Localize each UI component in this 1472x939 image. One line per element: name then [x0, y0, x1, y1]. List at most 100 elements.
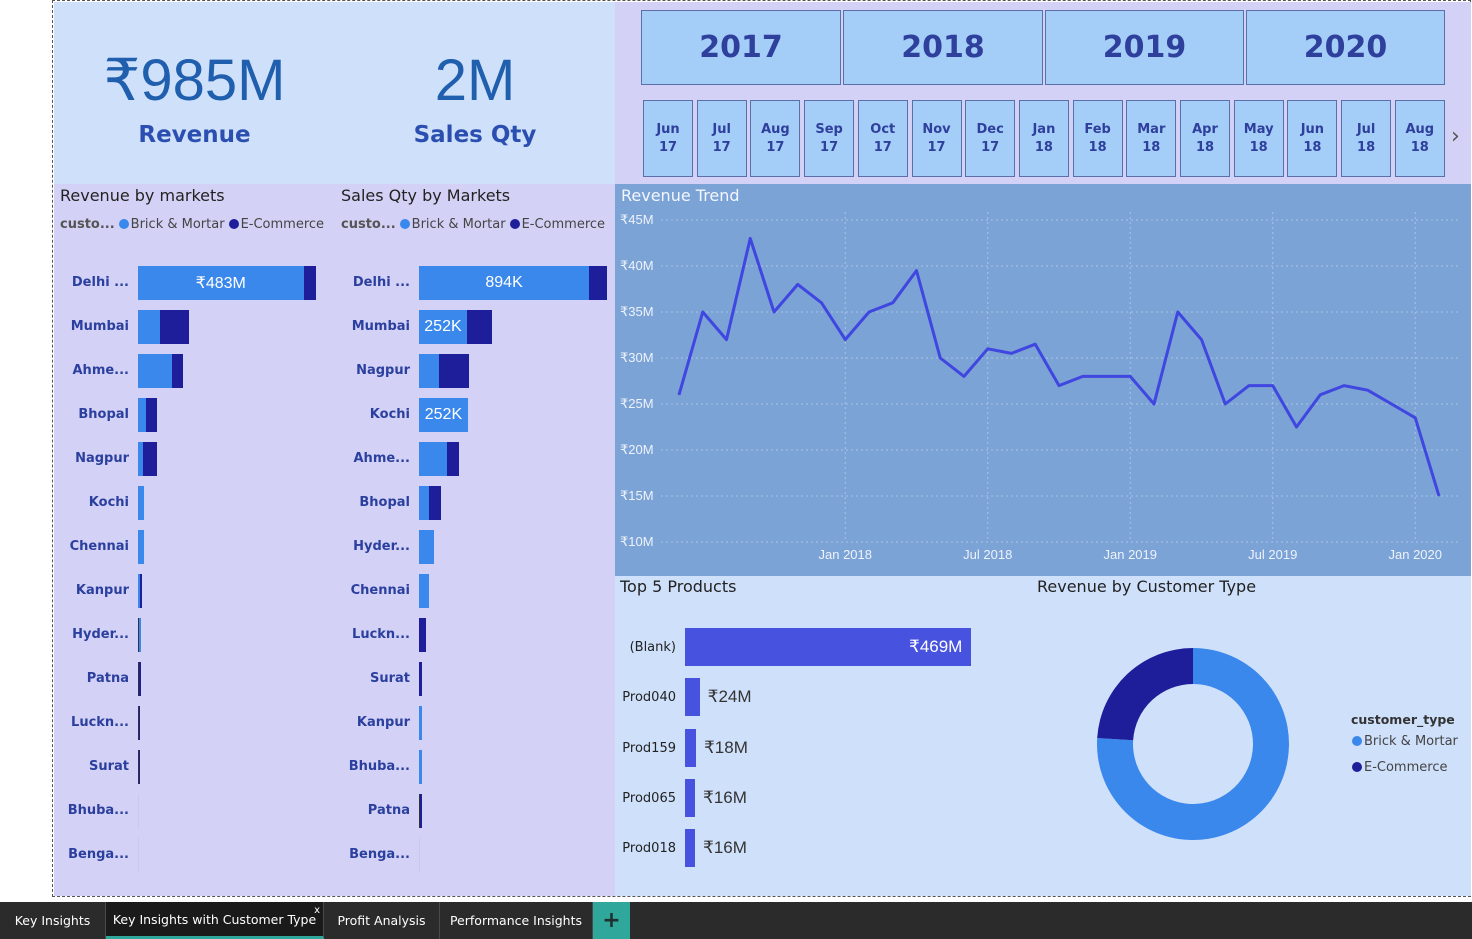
market-bar[interactable] — [138, 442, 158, 476]
data-point[interactable] — [1296, 426, 1297, 428]
data-point[interactable] — [844, 339, 846, 341]
market-bar[interactable] — [419, 618, 427, 652]
month-slicer-item[interactable]: Aug 17 — [750, 100, 801, 177]
data-point[interactable] — [1248, 385, 1250, 387]
data-point[interactable] — [1082, 375, 1084, 377]
data-point[interactable] — [1058, 385, 1060, 387]
month-slicer-item[interactable]: Dec 17 — [965, 100, 1016, 177]
sales-qty-card[interactable]: 2M Sales Qty — [335, 2, 615, 184]
data-point[interactable] — [1106, 375, 1107, 377]
tab-profit-analysis[interactable]: Profit Analysis — [324, 902, 440, 939]
market-bar[interactable] — [419, 794, 422, 828]
market-bar[interactable] — [138, 706, 141, 740]
month-slicer-item[interactable]: Mar 18 — [1126, 100, 1177, 177]
market-bar[interactable] — [138, 398, 158, 432]
data-point[interactable] — [1034, 343, 1036, 345]
ecommerce-slice[interactable] — [1097, 648, 1193, 741]
month-slicer-item[interactable]: Oct 17 — [857, 100, 908, 177]
market-bar[interactable] — [419, 530, 435, 564]
market-bar[interactable] — [419, 750, 423, 784]
data-point[interactable] — [726, 339, 727, 341]
data-point[interactable] — [702, 311, 704, 313]
data-point[interactable] — [1367, 389, 1369, 391]
market-bar[interactable] — [419, 486, 442, 520]
market-bar[interactable]: 252K — [419, 310, 493, 344]
year-slicer-2020[interactable]: 2020 — [1246, 10, 1445, 85]
month-slicer-item[interactable]: Jan 18 — [1018, 100, 1069, 177]
market-bar[interactable] — [419, 442, 460, 476]
data-point[interactable] — [1177, 311, 1179, 313]
chevron-right-icon[interactable]: › — [1451, 124, 1460, 149]
year-slicer-2017[interactable]: 2017 — [641, 10, 841, 85]
data-point[interactable] — [892, 302, 894, 304]
data-point[interactable] — [916, 270, 917, 272]
add-page-icon[interactable]: + — [593, 902, 630, 939]
month-slicer-item[interactable]: Aug 18 — [1394, 100, 1445, 177]
data-point[interactable] — [1343, 385, 1345, 387]
market-bar[interactable] — [419, 574, 430, 608]
product-bar[interactable] — [685, 829, 695, 868]
data-point[interactable] — [678, 394, 680, 396]
market-bar[interactable] — [138, 618, 142, 652]
month-slicer-item[interactable]: Nov 17 — [911, 100, 962, 177]
year-slicer-2018[interactable]: 2018 — [843, 10, 1043, 85]
market-bar[interactable]: 252K — [419, 398, 469, 432]
data-point[interactable] — [939, 357, 941, 359]
market-bar[interactable] — [138, 486, 145, 520]
tab-performance-insights[interactable]: Performance Insights — [440, 902, 593, 939]
brick-mortar-segment — [419, 486, 429, 520]
month-slicer-item[interactable]: Jun 17 — [643, 100, 693, 177]
market-bar[interactable] — [419, 838, 420, 872]
customer-type-donut[interactable] — [1083, 634, 1303, 854]
data-point[interactable] — [821, 302, 822, 304]
data-point[interactable] — [1224, 403, 1226, 405]
data-point[interactable] — [1201, 339, 1202, 341]
data-point[interactable] — [1011, 352, 1012, 354]
market-bar[interactable]: 894K — [419, 266, 608, 300]
market-bar[interactable] — [138, 310, 190, 344]
data-point[interactable] — [1319, 394, 1321, 396]
market-bar[interactable] — [138, 574, 143, 608]
data-point[interactable] — [773, 311, 775, 313]
y-tick-label: ₹15M — [620, 488, 654, 503]
tab-key-insights[interactable]: Key Insights — [0, 902, 106, 939]
tab-key-insights-customer-type[interactable]: Key Insights with Customer Type x — [106, 902, 324, 939]
data-point[interactable] — [963, 375, 965, 377]
market-bar[interactable] — [138, 794, 139, 828]
data-point[interactable] — [987, 348, 989, 350]
market-bar[interactable] — [419, 706, 423, 740]
month-slicer-item[interactable]: Jun 18 — [1287, 100, 1338, 177]
product-bar[interactable] — [685, 728, 696, 767]
donut-legend-ecom[interactable]: E-Commerce — [1348, 760, 1447, 775]
month-slicer-item[interactable]: May 18 — [1233, 100, 1284, 177]
market-bar[interactable]: ₹483M — [138, 266, 317, 300]
product-bar[interactable] — [685, 678, 700, 717]
month-slicer-item[interactable]: Sep 17 — [804, 100, 855, 177]
data-point[interactable] — [868, 311, 870, 313]
month-slicer-item[interactable]: Feb 18 — [1072, 100, 1123, 177]
month-slicer-item[interactable]: Jul 18 — [1341, 100, 1392, 177]
market-bar[interactable] — [419, 354, 470, 388]
revenue-card[interactable]: ₹985M Revenue — [54, 2, 335, 184]
market-bar[interactable] — [138, 662, 141, 696]
month-slicer-item[interactable]: Apr 18 — [1180, 100, 1230, 177]
market-bar[interactable] — [138, 530, 145, 564]
market-bar[interactable] — [419, 662, 423, 696]
data-point[interactable] — [797, 283, 799, 285]
data-point[interactable] — [1391, 403, 1392, 405]
revenue-trend-chart[interactable]: ₹10M ₹15M ₹20M ₹25M ₹30M ₹35M ₹40M ₹45M Jan 2018… — [615, 184, 1471, 576]
data-point[interactable] — [749, 237, 751, 239]
market-bar[interactable] — [138, 354, 184, 388]
data-point[interactable] — [1153, 403, 1155, 405]
market-bar[interactable] — [138, 750, 141, 784]
year-slicer-2019[interactable]: 2019 — [1045, 10, 1244, 85]
month-slicer-item[interactable]: Jul 17 — [696, 100, 747, 177]
data-point[interactable] — [1129, 375, 1131, 377]
data-point[interactable] — [1438, 495, 1440, 497]
product-bar[interactable] — [685, 778, 695, 817]
data-point[interactable] — [1272, 385, 1274, 387]
donut-legend-brick[interactable]: Brick & Mortar — [1348, 734, 1458, 749]
market-bar[interactable] — [138, 838, 139, 872]
close-icon[interactable]: x — [314, 905, 320, 916]
data-point[interactable] — [1414, 417, 1416, 419]
